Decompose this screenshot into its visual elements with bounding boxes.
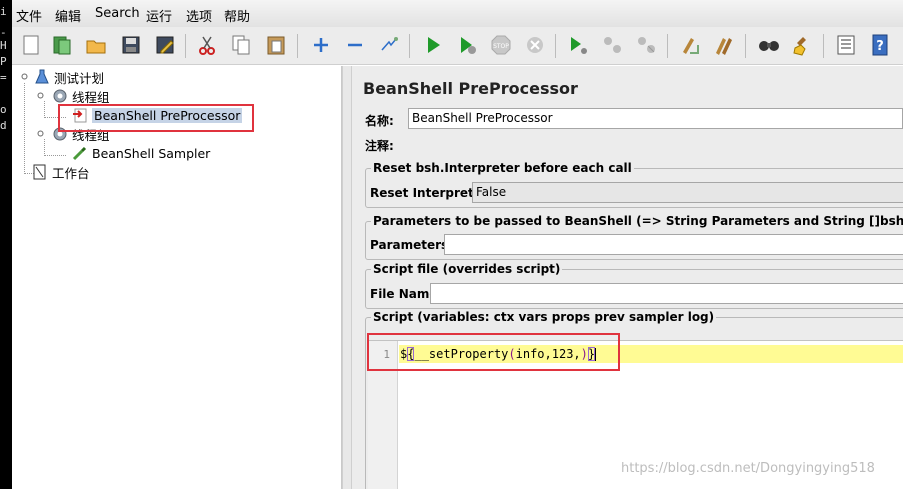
reset-search-icon[interactable] (789, 32, 815, 58)
tree-item-thread-group[interactable]: 线程组 (52, 125, 110, 143)
terminal-char: - (0, 26, 7, 39)
remote-stop-icon[interactable] (599, 32, 625, 58)
name-field[interactable]: BeanShell PreProcessor (408, 108, 903, 129)
toggle-icon[interactable] (376, 32, 402, 58)
expand-icon[interactable] (308, 32, 334, 58)
help-icon[interactable]: ? (867, 32, 893, 58)
menu-options[interactable]: 选项 (186, 6, 212, 25)
comment-label: 注释: (365, 139, 394, 153)
tree-item-label: 工作台 (52, 165, 90, 181)
workbench-icon (32, 164, 48, 180)
line-number: 1 (383, 348, 390, 361)
code-token-function: __setProperty (414, 347, 509, 361)
page-title: BeanShell PreProcessor (363, 79, 578, 98)
tree-item-label: 线程组 (72, 89, 110, 105)
name-label: 名称: (365, 114, 394, 128)
function-helper-icon[interactable] (833, 32, 859, 58)
background-terminal-strip: i - H P = o d (0, 0, 12, 489)
save-icon[interactable] (118, 32, 144, 58)
parameters-group: Parameters to be passed to BeanShell (=>… (365, 214, 903, 260)
terminal-char: o (0, 103, 7, 116)
tree-item-label: 线程组 (72, 127, 110, 143)
comment-field[interactable] (408, 133, 903, 154)
menu-file[interactable]: 文件 (16, 6, 42, 25)
script-file-group: Script file (overrides script) File Name… (365, 262, 903, 309)
new-icon[interactable] (18, 32, 44, 58)
save-as-icon[interactable] (152, 32, 178, 58)
clear-all-icon[interactable] (711, 32, 737, 58)
terminal-char: d (0, 119, 7, 132)
search-icon[interactable] (756, 32, 782, 58)
shutdown-icon[interactable] (522, 32, 548, 58)
menu-search[interactable]: Search (95, 6, 140, 21)
toolbar: STOP ? (12, 27, 903, 65)
expand-knob-icon[interactable] (37, 130, 44, 137)
code-token-args: info,123, (515, 347, 581, 361)
tree-item-thread-group[interactable]: 线程组 (52, 87, 110, 105)
tree-item-label: BeanShell Sampler (92, 145, 211, 161)
collapse-icon[interactable] (342, 32, 368, 58)
expand-knob-icon[interactable] (37, 92, 44, 99)
parameters-label: Parameters: (370, 238, 453, 252)
paste-icon[interactable] (263, 32, 289, 58)
menu-help[interactable]: 帮助 (224, 6, 250, 25)
svg-text:?: ? (876, 39, 884, 54)
test-plan-tree: 测试计划 线程组 BeanShell PreProcessor 线程组 Bean… (12, 66, 342, 489)
tree-item-label: 测试计划 (54, 70, 105, 86)
code-line[interactable]: ${__setProperty(info,123,)} (400, 347, 597, 361)
thread-group-gear-icon (52, 88, 68, 104)
tree-item-beanshell-sampler[interactable]: BeanShell Sampler (72, 144, 210, 162)
stop-icon[interactable]: STOP (488, 32, 514, 58)
templates-icon[interactable] (49, 32, 75, 58)
svg-text:STOP: STOP (493, 43, 509, 50)
text-caret (595, 348, 597, 361)
start-icon[interactable] (420, 32, 446, 58)
terminal-char: P (0, 55, 7, 68)
tree-item-label: BeanShell PreProcessor (92, 107, 243, 123)
terminal-char: i (0, 5, 7, 18)
split-pane-divider[interactable] (342, 66, 352, 489)
current-line: ${__setProperty(info,123,)} (399, 345, 903, 363)
group-title: Script file (overrides script) (371, 262, 563, 276)
menu-bar: 文件 编辑 Search 运行 选项 帮助 (12, 0, 903, 27)
copy-icon[interactable] (228, 32, 254, 58)
terminal-char: = (0, 71, 7, 84)
preprocessor-arrow-icon (72, 107, 88, 123)
watermark: https://blog.csdn.net/Dongyingying518 (621, 461, 875, 476)
menu-run[interactable]: 运行 (146, 6, 172, 25)
code-token-paren-close: ) (580, 347, 588, 361)
tree-item-beanshell-preprocessor[interactable]: BeanShell PreProcessor (72, 106, 243, 124)
remote-start-icon[interactable] (565, 32, 591, 58)
thread-group-gear-icon (52, 126, 68, 142)
code-token-paren-open: ( (508, 347, 516, 361)
start-no-pause-icon[interactable] (454, 32, 480, 58)
line-number-gutter: 1 (368, 341, 398, 489)
menu-edit[interactable]: 编辑 (55, 6, 81, 25)
tree-item-workbench[interactable]: 工作台 (32, 163, 90, 181)
clear-icon[interactable] (677, 32, 703, 58)
file-name-field[interactable] (430, 283, 903, 304)
cut-icon[interactable] (194, 32, 220, 58)
group-title: Parameters to be passed to BeanShell (=>… (371, 214, 903, 228)
parameters-field[interactable] (444, 234, 903, 255)
terminal-char: H (0, 39, 7, 52)
group-title: Reset bsh.Interpreter before each call (371, 161, 634, 175)
code-token-brace-close: } (587, 347, 596, 361)
expand-knob-icon[interactable] (21, 73, 28, 80)
sampler-pipette-icon (72, 145, 88, 161)
remote-shutdown-icon[interactable] (633, 32, 659, 58)
reset-interpreter-group: Reset bsh.Interpreter before each call R… (365, 161, 903, 208)
jmeter-window: i - H P = o d 文件 编辑 Search 运行 选项 帮助 STOP (0, 0, 903, 489)
test-plan-flask-icon (34, 69, 50, 85)
reset-interpreter-select[interactable]: False (472, 182, 903, 203)
tree-item-test-plan[interactable]: 测试计划 (34, 68, 104, 86)
open-icon[interactable] (83, 32, 109, 58)
group-title: Script (variables: ctx vars props prev s… (371, 310, 717, 324)
